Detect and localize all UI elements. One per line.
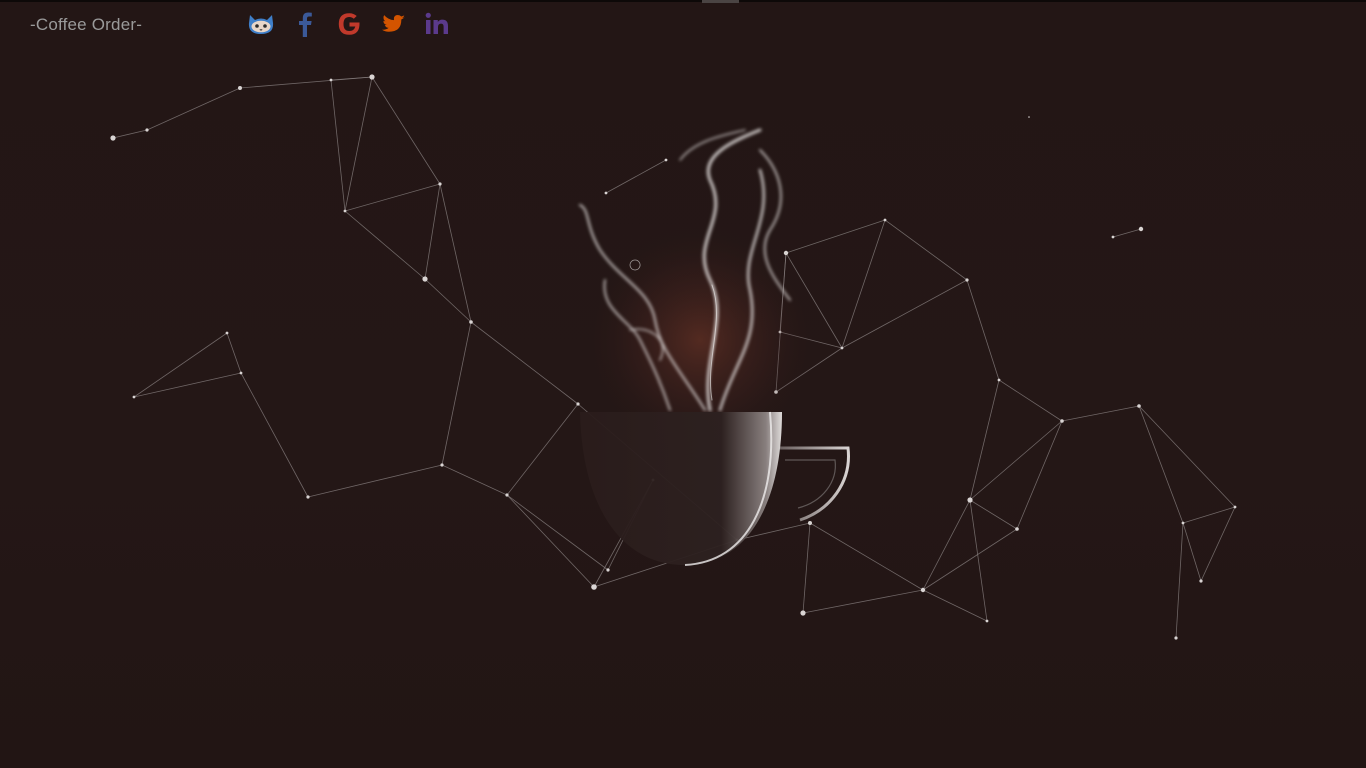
network-line [371,76,441,185]
network-dot [145,128,149,132]
network-line [969,499,988,622]
network-dot [369,74,375,80]
network-dot [920,587,926,593]
network-line [922,499,971,591]
network-dot [1028,116,1030,118]
network-line [439,183,472,323]
network-line [1182,522,1202,582]
network-line [998,379,1063,422]
network-dot [1174,636,1178,640]
network-line [884,219,968,281]
network-dot [329,78,333,82]
brand-link[interactable]: -Coffee Order- [30,15,142,35]
network-dot [985,619,989,623]
network-line [330,76,373,81]
network-dot [132,395,136,399]
network-dot [238,86,242,90]
network-dot [997,378,1001,382]
network-line [922,528,1018,591]
network-dot [1138,226,1144,232]
network-dot [239,371,243,375]
github-link[interactable] [246,8,276,40]
network-dot [438,182,442,186]
network-line [969,499,1018,530]
network-line [1138,405,1184,524]
network-line [344,183,441,212]
network-line [240,372,309,498]
network-dot [343,209,347,213]
facebook-icon [299,12,312,37]
network-line [1175,522,1184,639]
network-dot [440,463,444,467]
network-dot [1181,521,1185,525]
network-dot [469,320,473,324]
network-line [344,210,426,280]
network-line [1138,405,1236,508]
page: -Coffee Order- [0,0,1366,768]
network-dot [1015,527,1019,531]
network-line [344,76,373,212]
twitter-link[interactable] [378,8,408,40]
network-dot [800,610,806,616]
network-line [1061,405,1140,422]
network-dot [306,495,310,499]
network-line [441,464,508,496]
network-line [226,332,242,374]
network-dot [505,493,509,497]
social-links [246,8,452,40]
network-line [441,321,472,466]
network-line [1182,506,1236,524]
network-dot [591,584,597,590]
network-dot [967,497,973,503]
network-line [133,372,242,398]
network-dot [110,135,116,141]
network-line [969,379,1000,501]
network-line [1016,420,1063,530]
network-line [146,87,241,131]
network-line [969,420,1063,501]
coffee-cup-image [579,128,850,566]
network-dot [1199,579,1203,583]
linkedin-link[interactable] [422,8,452,40]
network-line [1200,506,1236,582]
network-line [1112,228,1142,238]
network-dot [1233,505,1237,509]
network-line [966,279,1000,381]
network-line [802,589,924,614]
network-line [307,464,443,498]
network-dot [225,331,229,335]
network-dot [1060,419,1064,423]
linkedin-icon [425,12,448,34]
network-line [330,79,346,212]
network-dot [1137,404,1141,408]
network-line [133,332,228,398]
facebook-link[interactable] [290,8,320,40]
network-line [922,589,988,622]
google-link[interactable] [334,8,364,40]
github-icon [248,15,274,34]
network-line [424,183,441,280]
google-icon [338,13,360,35]
network-line [424,278,472,323]
twitter-icon [382,15,405,32]
network-dot [883,218,887,222]
network-dot [1111,235,1115,239]
network-dot [965,278,969,282]
network-dot [422,276,428,282]
network-line [112,129,148,139]
